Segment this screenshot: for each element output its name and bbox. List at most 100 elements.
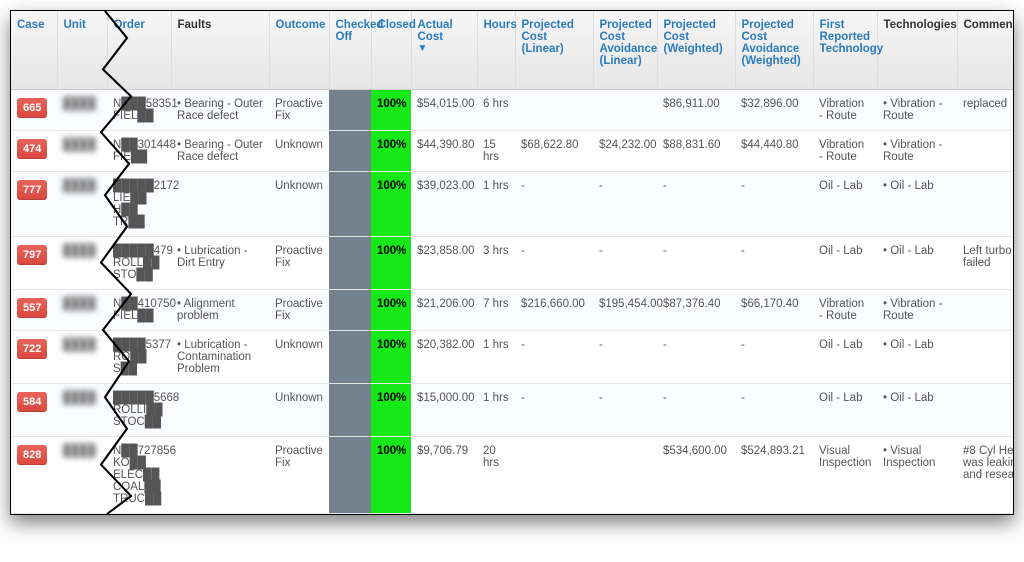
cell-checked-off (329, 290, 371, 331)
unit-obscured: ████ (63, 445, 96, 457)
cell-case[interactable]: 665 (11, 90, 57, 131)
cell-case[interactable]: 474 (11, 131, 57, 172)
header-checked-off[interactable]: Checked Off (329, 11, 371, 90)
header-faults[interactable]: Faults (171, 11, 269, 90)
header-projected-weighted[interactable]: Projected Cost (Weighted) (657, 11, 735, 90)
cell-technologies: • Oil - Lab (877, 237, 957, 290)
cell-proj-avoid-linear (593, 437, 657, 514)
header-hours[interactable]: Hours (477, 11, 515, 90)
cell-order: █████5668 ROLLI██ STOC██ (107, 384, 171, 437)
case-badge[interactable]: 722 (17, 339, 47, 359)
cell-first-tech: Vibration - Route (813, 131, 877, 172)
header-projected-linear[interactable]: Projected Cost (Linear) (515, 11, 593, 90)
cell-case[interactable]: 828 (11, 437, 57, 514)
cell-proj-avoid-weighted: $66,170.40 (735, 290, 813, 331)
cell-comments (957, 172, 1014, 237)
cell-hours: 1 hrs (477, 331, 515, 384)
cell-proj-weighted: $87,376.40 (657, 290, 735, 331)
header-closed[interactable]: Closed (371, 11, 411, 90)
table-row[interactable]: 557████N██410750 FIEL██• Alignment probl… (11, 290, 1014, 331)
cell-closed: 100% (371, 172, 411, 237)
unit-obscured: ████ (63, 245, 96, 257)
cell-unit: ████ (57, 172, 107, 237)
cell-proj-avoid-weighted: $44,440.80 (735, 131, 813, 172)
cell-actual-cost: $39,023.00 (411, 172, 477, 237)
header-technologies[interactable]: Technologies (877, 11, 957, 90)
header-case[interactable]: Case (11, 11, 57, 90)
cell-unit: ████ (57, 90, 107, 131)
cell-faults: • Bearing - Outer Race defect (171, 131, 269, 172)
header-projected-avoid-linear[interactable]: Projected Cost Avoidance (Linear) (593, 11, 657, 90)
sort-descending-icon: ▼ (418, 43, 471, 54)
cell-closed: 100% (371, 384, 411, 437)
cell-unit: ████ (57, 331, 107, 384)
cell-comments: #8 Cyl Head was leaking and resealed (957, 437, 1014, 514)
cell-case[interactable]: 557 (11, 290, 57, 331)
cell-case[interactable]: 797 (11, 237, 57, 290)
cell-proj-avoid-weighted: - (735, 384, 813, 437)
cell-closed: 100% (371, 90, 411, 131)
cell-closed: 100% (371, 131, 411, 172)
cell-first-tech: Vibration - Route (813, 290, 877, 331)
cell-closed: 100% (371, 290, 411, 331)
unit-obscured: ████ (63, 98, 96, 110)
table-row[interactable]: 828████N██727856 KO██ ELEC██ COAL██ TRUC… (11, 437, 1014, 514)
cell-faults: • Alignment problem (171, 290, 269, 331)
cell-outcome: Proactive Fix (269, 290, 329, 331)
case-badge[interactable]: 797 (17, 245, 47, 265)
cell-proj-linear: - (515, 237, 593, 290)
cell-technologies: • Oil - Lab (877, 331, 957, 384)
cell-proj-weighted: $86,911.00 (657, 90, 735, 131)
cell-checked-off (329, 90, 371, 131)
table-header-row: Case Unit Order Faults Outcome Checked O… (11, 11, 1014, 90)
table-row[interactable]: 722████████5377 RO██ S██• Lubrication - … (11, 331, 1014, 384)
cell-hours: 1 hrs (477, 172, 515, 237)
cell-outcome: Proactive Fix (269, 90, 329, 131)
case-badge[interactable]: 557 (17, 298, 47, 318)
cell-technologies: • Vibration - Route (877, 90, 957, 131)
header-comments[interactable]: Comments (957, 11, 1014, 90)
cell-order: N██301448 FIE██ (107, 131, 171, 172)
header-first-tech[interactable]: First Reported Technology (813, 11, 877, 90)
cell-technologies: • Visual Inspection (877, 437, 957, 514)
cell-case[interactable]: 777 (11, 172, 57, 237)
cell-order: ████5377 RO██ S██ (107, 331, 171, 384)
header-outcome[interactable]: Outcome (269, 11, 329, 90)
cell-proj-avoid-linear: $24,232.00 (593, 131, 657, 172)
unit-obscured: ████ (63, 139, 96, 151)
cell-proj-avoid-linear: - (593, 172, 657, 237)
table-row[interactable]: 665████N███58351 FIEL██• Bearing - Outer… (11, 90, 1014, 131)
cell-order: █████2172 LIE██ H██ TR██ (107, 172, 171, 237)
cell-proj-avoid-weighted: - (735, 331, 813, 384)
case-badge[interactable]: 584 (17, 392, 47, 412)
case-report-table: Case Unit Order Faults Outcome Checked O… (11, 11, 1014, 514)
cell-outcome: Unknown (269, 384, 329, 437)
header-actual-cost[interactable]: Actual Cost ▼ (411, 11, 477, 90)
cell-faults (171, 172, 269, 237)
cell-case[interactable]: 584 (11, 384, 57, 437)
cell-technologies: • Oil - Lab (877, 384, 957, 437)
case-badge[interactable]: 474 (17, 139, 47, 159)
header-unit[interactable]: Unit (57, 11, 107, 90)
cell-actual-cost: $54,015.00 (411, 90, 477, 131)
cell-comments (957, 331, 1014, 384)
header-projected-avoid-weighted[interactable]: Projected Cost Avoidance (Weighted) (735, 11, 813, 90)
cell-comments (957, 384, 1014, 437)
case-badge[interactable]: 777 (17, 180, 47, 200)
cell-actual-cost: $21,206.00 (411, 290, 477, 331)
cell-order: N██410750 FIEL██ (107, 290, 171, 331)
table-row[interactable]: 474 ████ N██301448 FIE██• Bearing - Outer … (11, 131, 1014, 172)
cell-proj-avoid-weighted: - (735, 237, 813, 290)
cell-case[interactable]: 722 (11, 331, 57, 384)
table-row[interactable]: 584█████████5668 ROLLI██ STOC██Unknown10… (11, 384, 1014, 437)
table-row[interactable]: 777█████████2172 LIE██ H██ TR██Unknown10… (11, 172, 1014, 237)
report-table-frame: Case Unit Order Faults Outcome Checked O… (10, 10, 1014, 515)
cell-actual-cost: $15,000.00 (411, 384, 477, 437)
cell-first-tech: Oil - Lab (813, 331, 877, 384)
header-order[interactable]: Order (107, 11, 171, 90)
case-badge[interactable]: 828 (17, 445, 47, 465)
case-badge[interactable]: 665 (17, 98, 47, 118)
cell-proj-linear: $68,622.80 (515, 131, 593, 172)
cell-proj-linear: - (515, 384, 593, 437)
table-row[interactable]: 797█████████479 ROLL██ STO██• Lubricatio… (11, 237, 1014, 290)
